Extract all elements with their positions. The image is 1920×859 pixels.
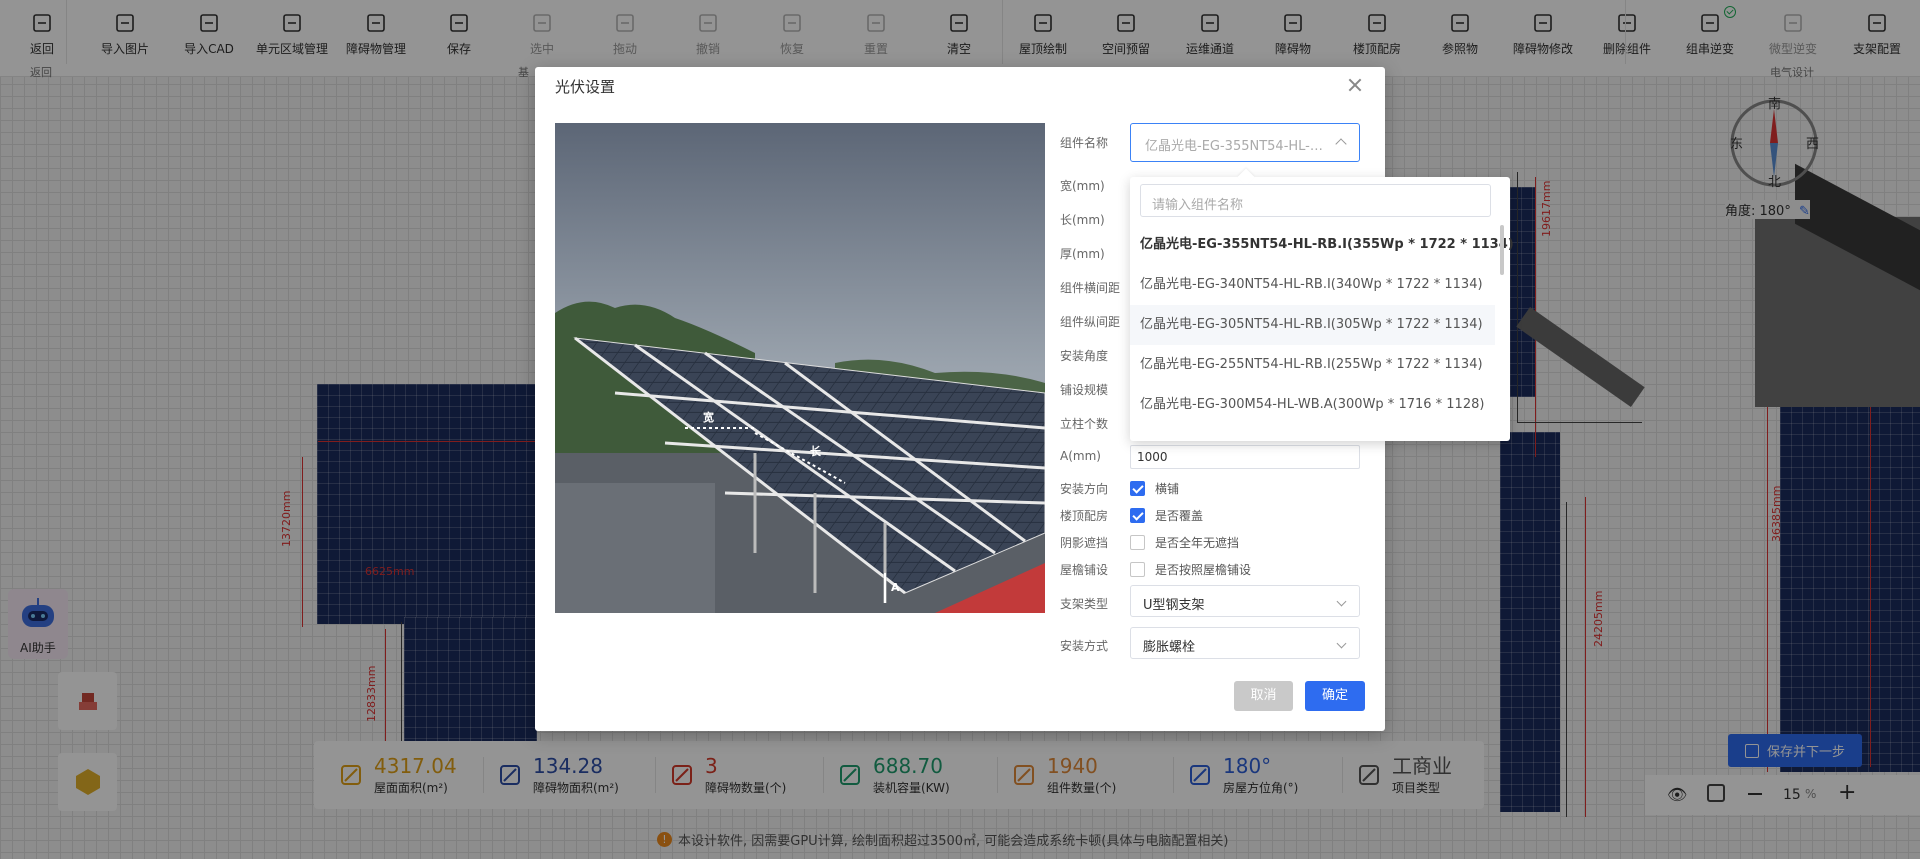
checkbox-shadow[interactable]: 是否全年无遮挡 [1130,534,1239,550]
photo-width-mark: 宽 [703,411,714,424]
component-name-select[interactable]: 亿晶光电-EG-355NT54-HL-RB.I(355Wp * 1722 * 1… [1130,123,1360,162]
checkbox-box[interactable] [1130,507,1145,523]
checkbox-rooftop-room[interactable]: 是否覆盖 [1130,507,1203,523]
chevron-up-icon [1335,138,1347,150]
photo-a-mark: A [891,581,900,594]
label-width: 宽(mm) [1060,179,1105,193]
checkbox-box[interactable] [1130,480,1145,496]
label-a: A(mm) [1060,449,1101,463]
label-eaves: 屋檐铺设 [1060,563,1109,577]
label-scale: 铺设规模 [1060,383,1109,397]
label-length: 长(mm) [1060,213,1105,227]
dropdown-option[interactable]: 亿晶光电-EG-300M54-HL-WB.A(300Wp * 1716 * 11… [1130,385,1495,425]
dropdown-option[interactable]: 亿晶光电-EG-340NT54-HL-RB.I(340Wp * 1722 * 1… [1130,265,1495,305]
label-thickness: 厚(mm) [1060,247,1105,261]
label-rooftop-room: 楼顶配房 [1060,509,1109,523]
component-dropdown: 请输入组件名称 亿晶光电-EG-355NT54-HL-RB.I(355Wp * … [1130,177,1514,441]
label-install-method: 安装方式 [1060,639,1109,653]
install-method-select[interactable]: 膨胀螺栓 [1130,627,1360,659]
checkbox-label: 是否覆盖 [1155,508,1204,523]
pv-install-photo: 宽 长 A [555,123,1045,613]
dropdown-option[interactable]: 亿晶光电-EG-355NT54-HL-RB.I(355Wp * 1722 * 1… [1130,225,1514,265]
bracket-type-select[interactable]: U型钢支架 [1130,585,1360,617]
dropdown-option[interactable]: 亿晶光电-EG-305NT54-HL-RB.I(305Wp * 1722 * 1… [1130,305,1495,345]
checkbox-label: 是否按照屋檐铺设 [1155,562,1252,577]
checkbox-label: 是否全年无遮挡 [1155,535,1240,550]
label-component-name: 组件名称 [1060,136,1109,150]
label-shadow: 阴影遮挡 [1060,536,1109,550]
a-input[interactable]: 1000 [1130,445,1360,469]
label-posts: 立柱个数 [1060,417,1109,431]
label-direction: 安装方向 [1060,482,1109,496]
confirm-button[interactable]: 确定 [1305,681,1365,711]
chevron-down-icon [1336,596,1347,607]
component-search-input[interactable]: 请输入组件名称 [1140,184,1491,217]
bracket-type-value: U型钢支架 [1143,598,1205,613]
dropdown-scrollbar[interactable] [1500,225,1504,275]
dialog-title: 光伏设置 [555,78,616,96]
component-name-value: 亿晶光电-EG-355NT54-HL-RB.I(355Wp * 1722 * 1… [1145,139,1325,154]
label-h-spacing: 组件横间距 [1060,281,1121,295]
checkbox-direction[interactable]: 横铺 [1130,480,1179,496]
pv-settings-dialog: 光伏设置 宽 长 A 组件名称 宽(mm) 长(mm) 厚(mm) 组件横间距 … [535,67,1514,731]
solar-panel-illustration [555,123,1045,613]
checkbox-label: 横铺 [1155,481,1180,496]
label-bracket-type: 支架类型 [1060,597,1109,611]
label-v-spacing: 组件纵间距 [1060,315,1121,329]
chevron-down-icon [1336,638,1347,649]
photo-length-mark: 长 [810,445,821,458]
checkbox-box[interactable] [1130,561,1145,577]
dropdown-option[interactable]: 亿晶光电-EG-255NT54-HL-RB.I(255Wp * 1722 * 1… [1130,345,1495,385]
checkbox-box[interactable] [1130,534,1145,550]
cancel-button[interactable]: 取消 [1234,681,1293,711]
install-method-value: 膨胀螺栓 [1143,640,1196,655]
close-icon[interactable] [1345,75,1365,95]
label-angle: 安装角度 [1060,349,1109,363]
search-placeholder: 请输入组件名称 [1152,198,1244,213]
checkbox-eaves[interactable]: 是否按照屋檐铺设 [1130,561,1251,577]
